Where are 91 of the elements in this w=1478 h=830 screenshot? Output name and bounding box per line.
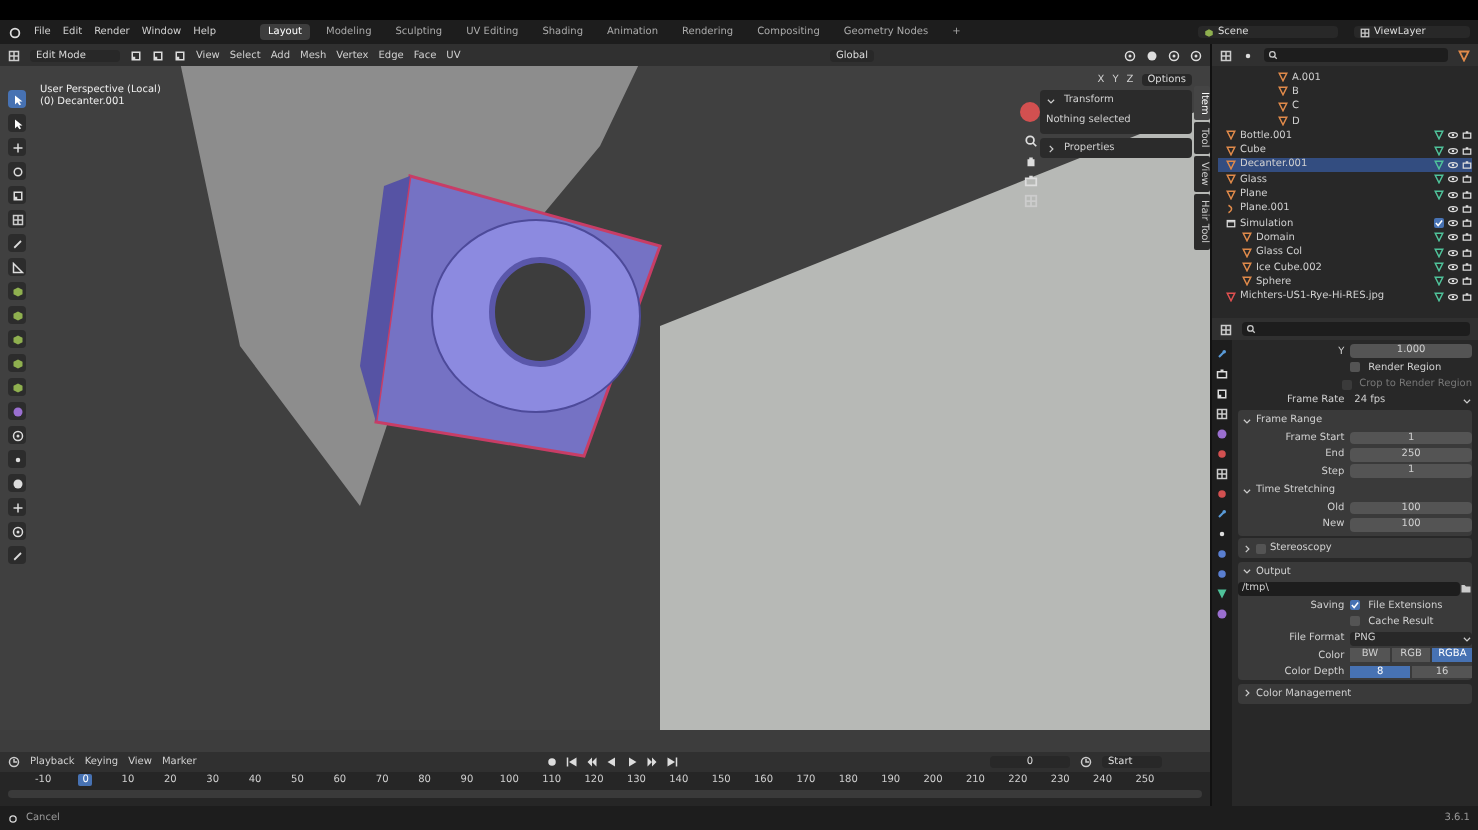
next-keyframe-icon[interactable] bbox=[646, 756, 659, 768]
camera-icon[interactable] bbox=[1462, 203, 1472, 214]
search-icon bbox=[1268, 50, 1278, 60]
dots-tool-icon[interactable] bbox=[8, 450, 26, 468]
camera-icon[interactable] bbox=[1462, 130, 1472, 141]
record-icon[interactable] bbox=[546, 756, 559, 768]
checkbox[interactable] bbox=[1350, 362, 1361, 373]
checkbox[interactable] bbox=[1256, 543, 1266, 554]
property-tab-icon[interactable] bbox=[1216, 508, 1228, 520]
eye-icon[interactable] bbox=[1448, 203, 1458, 214]
camera-icon[interactable] bbox=[1462, 145, 1472, 156]
camera-icon[interactable] bbox=[1462, 218, 1472, 229]
exclude-checkbox[interactable] bbox=[1434, 218, 1444, 229]
rot-tool-icon[interactable] bbox=[8, 162, 26, 180]
ball-tool-icon[interactable] bbox=[8, 402, 26, 420]
chevron-down-icon[interactable] bbox=[1242, 485, 1252, 496]
shading-solid-icon[interactable] bbox=[1146, 49, 1158, 61]
chevron-right-icon[interactable] bbox=[1242, 543, 1252, 554]
scale-tool-icon[interactable] bbox=[8, 186, 26, 204]
play-reverse-icon[interactable] bbox=[606, 756, 619, 768]
editor-type-icon[interactable] bbox=[8, 49, 20, 61]
eye-icon[interactable] bbox=[1448, 145, 1458, 156]
camera-icon[interactable] bbox=[1462, 291, 1472, 302]
select-tool-icon[interactable] bbox=[8, 90, 26, 108]
select-vertex-icon[interactable] bbox=[130, 49, 142, 61]
chevron-right-icon[interactable] bbox=[1242, 688, 1252, 699]
property-tab-icon[interactable] bbox=[1216, 408, 1228, 420]
clock-icon[interactable] bbox=[1080, 756, 1092, 768]
eye-icon[interactable] bbox=[1448, 262, 1458, 272]
eye-icon[interactable] bbox=[1448, 159, 1458, 170]
outliner-icon[interactable] bbox=[1220, 49, 1232, 61]
camera-icon[interactable] bbox=[1462, 174, 1472, 185]
caret-icon bbox=[1462, 633, 1472, 644]
eye-icon[interactable] bbox=[1448, 232, 1458, 243]
ring-tool-icon[interactable] bbox=[8, 426, 26, 444]
property-tab-icon[interactable] bbox=[1216, 468, 1228, 480]
select-face-icon[interactable] bbox=[174, 49, 186, 61]
move-tool-icon[interactable] bbox=[8, 498, 26, 516]
ring-tool-icon[interactable] bbox=[8, 522, 26, 540]
cube-tool-icon[interactable] bbox=[8, 330, 26, 348]
select-edge-icon[interactable] bbox=[152, 49, 164, 61]
move-tool-icon[interactable] bbox=[8, 138, 26, 156]
property-tab-icon[interactable] bbox=[1216, 348, 1228, 360]
eye-icon[interactable] bbox=[1448, 130, 1458, 141]
camera-icon[interactable] bbox=[1462, 189, 1472, 200]
camera-icon[interactable] bbox=[1462, 276, 1472, 287]
shading-rendered-icon[interactable] bbox=[1190, 49, 1202, 61]
chevron-down-icon[interactable] bbox=[1242, 566, 1252, 577]
search-field[interactable] bbox=[1242, 322, 1470, 336]
search-field[interactable] bbox=[1264, 48, 1448, 62]
eye-icon[interactable] bbox=[1448, 291, 1458, 302]
curve-icon bbox=[1226, 203, 1236, 214]
chevron-right-icon[interactable] bbox=[1046, 143, 1056, 153]
camera-icon[interactable] bbox=[1462, 247, 1472, 258]
checkbox[interactable] bbox=[1350, 600, 1361, 611]
search-icon bbox=[1246, 324, 1256, 334]
pen-tool-icon[interactable] bbox=[8, 234, 26, 252]
chevron-down-icon[interactable] bbox=[1046, 95, 1056, 105]
grid-tool-icon[interactable] bbox=[8, 210, 26, 228]
collection-icon bbox=[1226, 218, 1236, 229]
camera-icon[interactable] bbox=[1462, 232, 1472, 243]
chevron-down-icon[interactable] bbox=[1242, 415, 1252, 426]
play-icon[interactable] bbox=[626, 756, 639, 768]
clock-icon[interactable] bbox=[8, 756, 20, 768]
camera-icon[interactable] bbox=[1462, 262, 1472, 272]
image-icon bbox=[1226, 291, 1236, 302]
caret-icon bbox=[1462, 395, 1472, 406]
cube-tool-icon[interactable] bbox=[8, 378, 26, 396]
zoom-icon[interactable] bbox=[1023, 134, 1037, 148]
eye-icon[interactable] bbox=[1448, 174, 1458, 185]
checkbox[interactable] bbox=[1350, 616, 1361, 627]
jump-end-icon[interactable] bbox=[666, 756, 679, 768]
cursor-tool-icon[interactable] bbox=[8, 114, 26, 132]
eye-icon[interactable] bbox=[1448, 276, 1458, 287]
cube-tool-icon[interactable] bbox=[8, 306, 26, 324]
eye-icon[interactable] bbox=[1448, 189, 1458, 200]
ruler-tool-icon[interactable] bbox=[8, 258, 26, 276]
properties-icon[interactable] bbox=[1220, 323, 1232, 335]
camera-icon[interactable] bbox=[1023, 174, 1037, 188]
shading-wireframe-icon[interactable] bbox=[1124, 49, 1136, 61]
eye-icon[interactable] bbox=[1448, 218, 1458, 229]
jump-start-icon[interactable] bbox=[566, 756, 579, 768]
cube-tool-icon[interactable] bbox=[8, 282, 26, 300]
hand-icon[interactable] bbox=[1023, 154, 1037, 168]
previous-keyframe-icon[interactable] bbox=[586, 756, 599, 768]
pen-tool-icon[interactable] bbox=[8, 546, 26, 564]
sphere-tool-icon[interactable] bbox=[8, 474, 26, 492]
camera-icon[interactable] bbox=[1462, 159, 1472, 170]
eye-icon[interactable] bbox=[1448, 247, 1458, 258]
cube-tool-icon[interactable] bbox=[8, 354, 26, 372]
shading-material-icon[interactable] bbox=[1168, 49, 1180, 61]
